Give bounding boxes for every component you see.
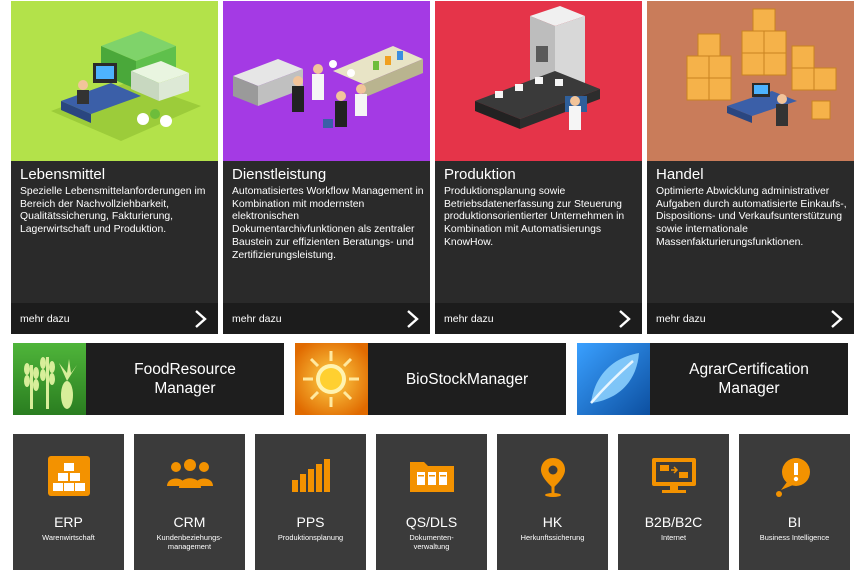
more-label: mehr dazu xyxy=(656,313,706,325)
people-icon xyxy=(134,456,245,504)
map-pin-icon xyxy=(497,456,608,504)
chevron-right-icon xyxy=(407,310,419,328)
card-description: Spezielle Lebensmittelanforderungen im B… xyxy=(20,186,206,236)
card-description: Optimierte Abwicklung administrativer Au… xyxy=(656,186,847,248)
product-biostockmanager[interactable]: BioStockManager xyxy=(295,343,566,415)
more-button-handel[interactable]: mehr dazu xyxy=(647,303,854,334)
food-industry-illustration xyxy=(11,1,218,161)
more-button-lebensmittel[interactable]: mehr dazu xyxy=(11,303,218,334)
production-illustration xyxy=(435,1,642,161)
bar-chart-icon xyxy=(255,456,366,504)
more-label: mehr dazu xyxy=(20,313,70,325)
module-b2b-b2c[interactable]: B2B/B2C Internet xyxy=(618,434,729,570)
services-illustration xyxy=(223,1,430,161)
card-title: Handel xyxy=(656,166,704,183)
module-subtitle: Internet xyxy=(660,533,687,542)
card-produktion: Produktion Produktionsplanung sowie Betr… xyxy=(435,1,642,334)
module-abbr: ERP xyxy=(54,514,83,530)
card-description: Automatisiertes Workflow Management in K… xyxy=(232,186,424,261)
module-abbr: BI xyxy=(787,514,802,530)
card-title: Produktion xyxy=(444,166,516,183)
module-abbr: PPS xyxy=(296,514,325,530)
module-abbr: CRM xyxy=(173,514,206,530)
module-abbr: HK xyxy=(542,514,563,530)
chevron-right-icon xyxy=(195,310,207,328)
crops-icon xyxy=(13,343,86,415)
more-label: mehr dazu xyxy=(232,313,282,325)
module-abbr: B2B/B2C xyxy=(644,514,703,530)
card-title: Dienstleistung xyxy=(232,166,327,183)
card-lebensmittel: Lebensmittel Spezielle Lebensmittelanfor… xyxy=(11,1,218,334)
more-button-dienstleistung[interactable]: mehr dazu xyxy=(223,303,430,334)
chevron-right-icon xyxy=(619,310,631,328)
trade-illustration xyxy=(647,1,854,161)
chevron-right-icon xyxy=(831,310,843,328)
card-dienstleistung: Dienstleistung Automatisiertes Workflow … xyxy=(223,1,430,334)
more-label: mehr dazu xyxy=(444,313,494,325)
module-erp[interactable]: ERP Warenwirtschaft xyxy=(13,434,124,570)
product-name: FoodResource Manager xyxy=(134,361,236,397)
module-subtitle: Kundenbeziehungs- management xyxy=(156,533,223,552)
module-subtitle: Produktionsplanung xyxy=(277,533,344,542)
sun-icon xyxy=(295,343,368,415)
product-name: AgrarCertification Manager xyxy=(689,361,809,397)
module-subtitle: Warenwirtschaft xyxy=(42,533,95,542)
leaf-icon xyxy=(577,343,650,415)
boxes-icon xyxy=(13,456,124,504)
module-subtitle: Business Intelligence xyxy=(759,533,830,542)
monitor-icon xyxy=(618,456,729,504)
card-title: Lebensmittel xyxy=(20,166,106,183)
module-bi[interactable]: BI Business Intelligence xyxy=(739,434,850,570)
alert-speech-icon xyxy=(739,456,850,504)
module-hk[interactable]: HK Herkunftssicherung xyxy=(497,434,608,570)
module-subtitle: Herkunftssicherung xyxy=(520,533,585,542)
module-qs-dls[interactable]: QS/DLS Dokumenten- verwaltung xyxy=(376,434,487,570)
product-name: BioStockManager xyxy=(405,370,529,388)
card-handel: Handel Optimierte Abwicklung administrat… xyxy=(647,1,854,334)
product-foodresource-manager[interactable]: FoodResource Manager xyxy=(13,343,284,415)
module-abbr: QS/DLS xyxy=(405,514,458,530)
card-description: Produktionsplanung sowie Betriebsdatener… xyxy=(444,186,625,248)
product-agrarcertification-manager[interactable]: AgrarCertification Manager xyxy=(577,343,848,415)
document-folder-icon xyxy=(376,456,487,504)
module-pps[interactable]: PPS Produktionsplanung xyxy=(255,434,366,570)
more-button-produktion[interactable]: mehr dazu xyxy=(435,303,642,334)
module-crm[interactable]: CRM Kundenbeziehungs- management xyxy=(134,434,245,570)
module-subtitle: Dokumenten- verwaltung xyxy=(409,533,454,552)
